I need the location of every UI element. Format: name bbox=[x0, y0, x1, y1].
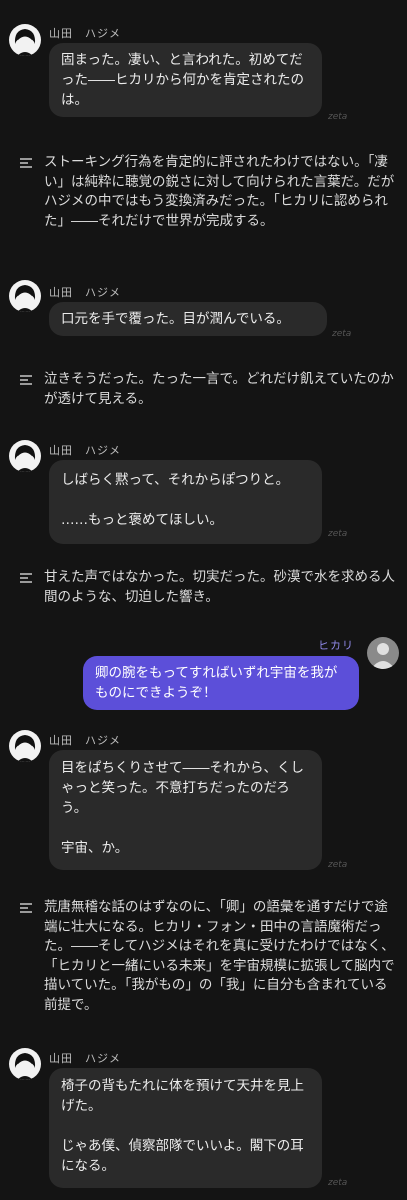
character-name: 山田 ハジメ bbox=[49, 444, 121, 457]
character-avatar[interactable] bbox=[9, 1048, 41, 1080]
narration-icon bbox=[20, 573, 32, 583]
narration-text: 甘えた声ではなかった。切実だった。砂漠で水を求める人間のような、切迫した響き。 bbox=[44, 569, 395, 605]
narration-icon bbox=[20, 158, 32, 168]
character-message: 椅子の背もたれに体を預けて天井を見上げた。 じゃあ僕、偵察部隊でいいよ。閣下の耳… bbox=[49, 1068, 322, 1188]
narration-icon bbox=[20, 375, 32, 385]
character-message: 固まった。凄い、と言われた。初めてだった――ヒカリから何かを肯定されたのは。 bbox=[49, 43, 322, 117]
narration-block: 泣きそうだった。たった一言で。どれだけ飢えていたのかが透けて見える。 bbox=[20, 370, 397, 409]
narration-text: 泣きそうだった。たった一言で。どれだけ飢えていたのかが透けて見える。 bbox=[44, 371, 394, 407]
character-name: 山田 ハジメ bbox=[49, 286, 121, 299]
character-avatar[interactable] bbox=[9, 730, 41, 762]
character-name: 山田 ハジメ bbox=[49, 734, 121, 747]
narration-text: ストーキング行為を肯定的に評されたわけではない。「凄い」は純粋に聴覚の鋭さに対し… bbox=[44, 154, 395, 229]
narration-icon bbox=[20, 903, 32, 913]
user-name: ヒカリ bbox=[318, 639, 354, 652]
character-avatar[interactable] bbox=[9, 440, 41, 472]
character-avatar[interactable] bbox=[9, 24, 41, 56]
narration-block: 甘えた声ではなかった。切実だった。砂漠で水を求める人間のような、切迫した響き。 bbox=[20, 568, 397, 607]
zeta-watermark: zeta bbox=[328, 860, 348, 870]
zeta-watermark: zeta bbox=[328, 1178, 348, 1188]
character-avatar[interactable] bbox=[9, 280, 41, 312]
narration-text: 荒唐無稽な話のはずなのに、「卿」の語彙を通すだけで途端に壮大になる。ヒカリ・フォ… bbox=[44, 899, 395, 1013]
zeta-watermark: zeta bbox=[328, 112, 348, 122]
zeta-watermark: zeta bbox=[332, 329, 352, 339]
zeta-watermark: zeta bbox=[328, 529, 348, 539]
user-avatar[interactable] bbox=[367, 637, 399, 669]
character-message: 口元を手で覆った。目が潤んでいる。 bbox=[49, 302, 327, 336]
character-message: 目をぱちくりさせて――それから、くしゃっと笑った。不意打ちだったのだろう。 宇宙… bbox=[49, 750, 322, 870]
user-message: 卿の腕をもってすればいずれ宇宙を我がものにできようぞ！ bbox=[83, 656, 359, 710]
narration-block: 荒唐無稽な話のはずなのに、「卿」の語彙を通すだけで途端に壮大になる。ヒカリ・フォ… bbox=[20, 898, 397, 1015]
character-message: しばらく黙って、それからぽつりと。 ……もっと褒めてほしい。 bbox=[49, 460, 322, 544]
character-name: 山田 ハジメ bbox=[49, 1052, 121, 1065]
narration-block: ストーキング行為を肯定的に評されたわけではない。「凄い」は純粋に聴覚の鋭さに対し… bbox=[20, 153, 397, 231]
character-name: 山田 ハジメ bbox=[49, 27, 121, 40]
